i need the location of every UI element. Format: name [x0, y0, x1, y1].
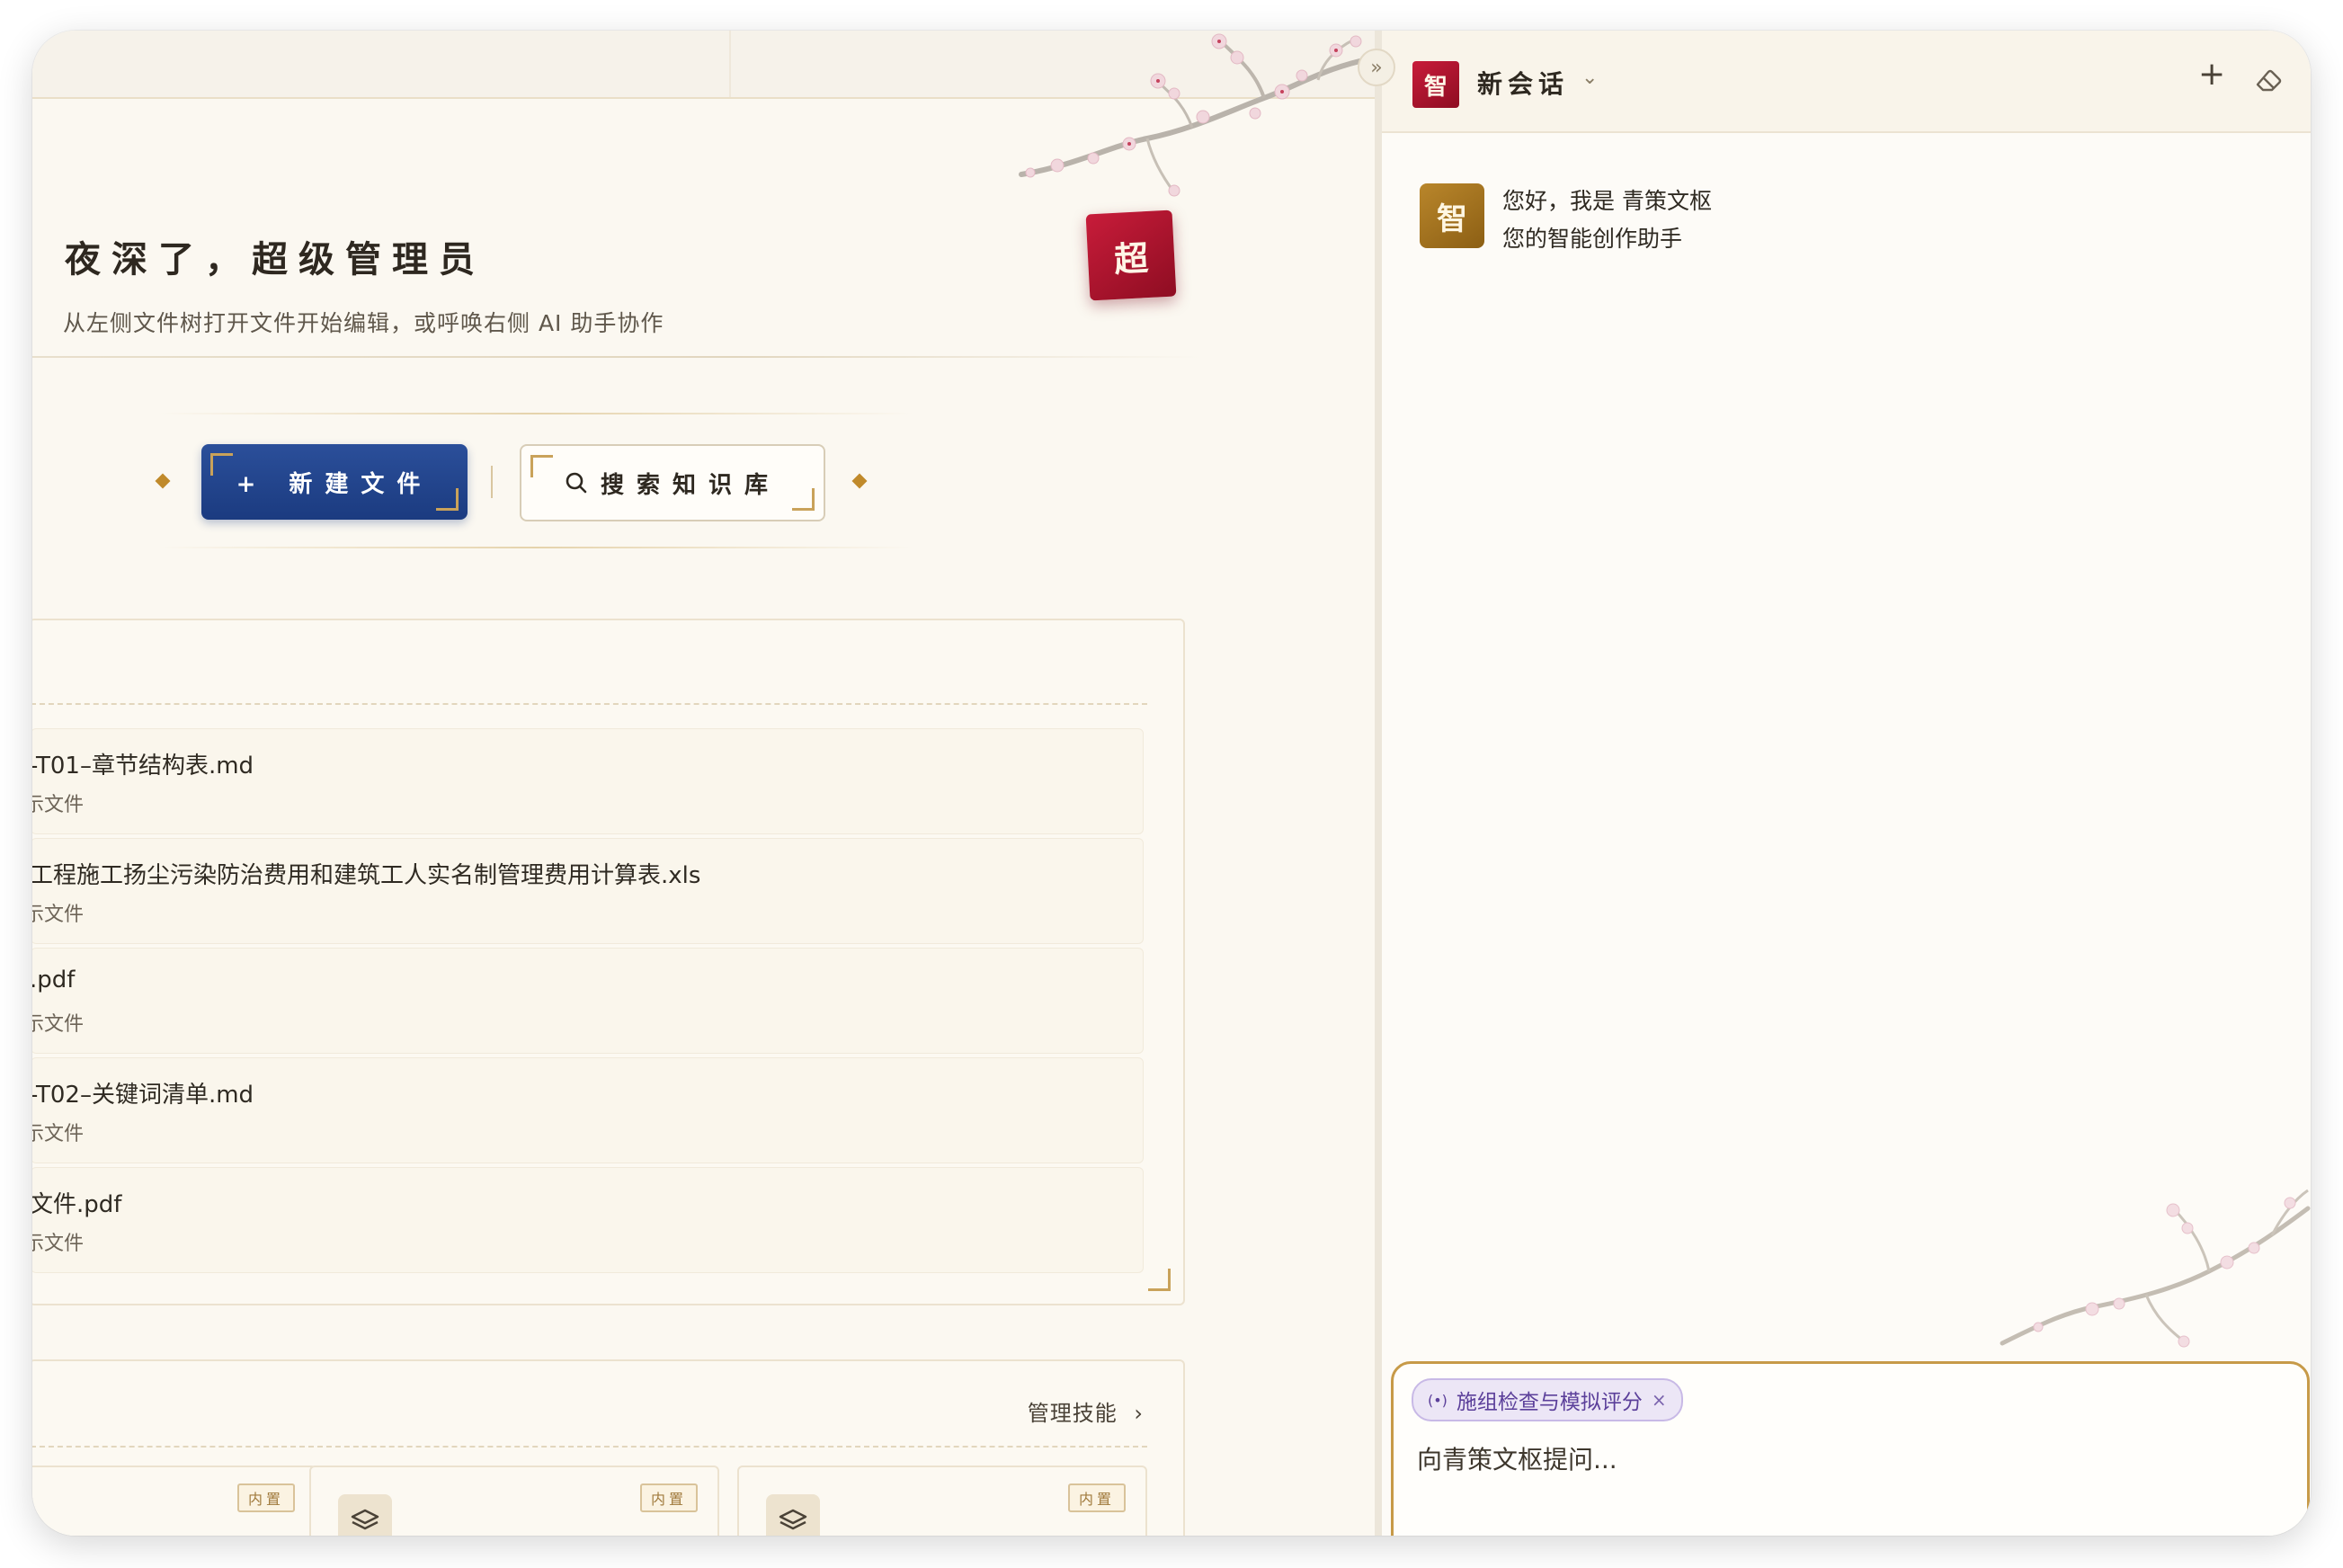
- app-window: 夜深了，超级管理员 从左侧文件树打开文件开始编辑，或呼唤右侧 AI 助手协作 超…: [32, 31, 2311, 1536]
- diamond-ornament-right: [851, 473, 868, 489]
- editor-tab-bar: [32, 31, 1375, 99]
- diamond-ornament-left: [155, 473, 171, 489]
- new-file-label: + 新建文件: [236, 470, 433, 498]
- ai-avatar: 智: [1420, 183, 1484, 248]
- active-skill-chip[interactable]: (•) 施组检查与模拟评分 ×: [1412, 1378, 1683, 1421]
- file-name: -T02–关键词清单.md: [32, 1082, 254, 1109]
- corner-ornament: [530, 455, 553, 477]
- search-knowledge-base-label: 搜索知识库: [600, 471, 780, 499]
- skill-card[interactable]: 内置: [309, 1466, 719, 1536]
- session-title[interactable]: 新会话: [1477, 65, 1569, 101]
- file-type: 示文件: [32, 1123, 85, 1145]
- actions-frame-bottom: [158, 547, 913, 548]
- new-chat-button[interactable]: +: [2198, 56, 2225, 93]
- layers-icon: [338, 1494, 392, 1536]
- card-divider: [32, 703, 1147, 705]
- file-row[interactable]: -T02–关键词清单.md 示文件: [32, 1057, 1144, 1163]
- user-seal-avatar: 超: [1085, 209, 1177, 301]
- corner-ornament: [436, 488, 459, 511]
- assistant-header: 智 新会话 ⌄ +: [1382, 31, 2311, 133]
- file-name: -T01–章节结构表.md: [32, 753, 254, 780]
- greeting-title: 夜深了，超级管理员: [65, 238, 486, 281]
- builtin-badge: 内置: [639, 1483, 698, 1512]
- panel-splitter[interactable]: [1375, 31, 1382, 1536]
- ai-greeting-line-1: 您好，我是 青策文枢: [1502, 188, 1712, 214]
- corner-ornament: [1148, 1269, 1171, 1291]
- manage-skills-link[interactable]: 管理技能 ›: [1028, 1395, 1144, 1427]
- corner-ornament: [792, 488, 815, 511]
- skill-card[interactable]: 内置: [737, 1466, 1147, 1536]
- layers-icon: [766, 1494, 820, 1536]
- actions-separator: [491, 466, 493, 498]
- skill-chip-label: 施组检查与模拟评分: [1456, 1391, 1643, 1414]
- greeting-subtitle: 从左侧文件树打开文件开始编辑，或呼唤右侧 AI 助手协作: [63, 310, 664, 336]
- file-type: 示文件: [32, 904, 85, 926]
- corner-ornament: [210, 453, 233, 476]
- new-file-button[interactable]: + 新建文件: [201, 444, 468, 520]
- file-row[interactable]: 工程施工扬尘污染防治费用和建筑工人实名制管理费用计算表.xls 示文件: [32, 838, 1144, 944]
- search-knowledge-base-button[interactable]: 搜索知识库: [520, 444, 825, 521]
- tab-divider: [729, 31, 731, 97]
- close-icon[interactable]: ×: [1652, 1389, 1667, 1411]
- builtin-badge: 内置: [236, 1483, 295, 1512]
- ai-greeting-line-2: 您的智能创作助手: [1502, 226, 1683, 252]
- file-type: 示文件: [32, 1013, 85, 1036]
- file-name: 工程施工扬尘污染防治费用和建筑工人实名制管理费用计算表.xls: [32, 862, 701, 889]
- recent-files-card: -T01–章节结构表.md 示文件 工程施工扬尘污染防治费用和建筑工人实名制管理…: [32, 619, 1185, 1305]
- chat-composer: (•) 施组检查与模拟评分 ×: [1391, 1361, 2310, 1536]
- builtin-badge: 内置: [1067, 1483, 1126, 1512]
- plum-blossom-decoration: [2000, 1189, 2311, 1348]
- assistant-logo: 智: [1412, 61, 1459, 108]
- file-row[interactable]: 文件.pdf 示文件: [32, 1167, 1144, 1273]
- skill-card[interactable]: 内置: [32, 1466, 316, 1536]
- collapse-panel-button[interactable]: »: [1358, 49, 1395, 86]
- hero-divider: [32, 356, 1201, 358]
- eraser-icon[interactable]: [2254, 67, 2285, 94]
- search-icon: [566, 472, 587, 494]
- broadcast-icon: (•): [1428, 1391, 1448, 1409]
- card-divider: [32, 1446, 1147, 1448]
- manage-skills-label: 管理技能: [1027, 1401, 1118, 1426]
- main-area: 夜深了，超级管理员 从左侧文件树打开文件开始编辑，或呼唤右侧 AI 助手协作 超…: [32, 31, 1375, 1536]
- assistant-panel: 智 新会话 ⌄ + 智 您好，我是 青策文枢 您的智能创作助手 (•) 施组检查…: [1382, 31, 2311, 1536]
- chevron-down-icon[interactable]: ⌄: [1581, 67, 1598, 89]
- file-type: 示文件: [32, 1233, 85, 1255]
- file-type: 示文件: [32, 794, 85, 816]
- file-name: .pdf: [32, 967, 76, 993]
- file-name: 文件.pdf: [32, 1191, 122, 1218]
- chat-input[interactable]: [1417, 1445, 2262, 1474]
- file-row[interactable]: .pdf 示文件: [32, 948, 1144, 1054]
- file-row[interactable]: -T01–章节结构表.md 示文件: [32, 728, 1144, 834]
- actions-frame-top: [158, 413, 913, 414]
- chevron-right-icon: ›: [1134, 1401, 1144, 1426]
